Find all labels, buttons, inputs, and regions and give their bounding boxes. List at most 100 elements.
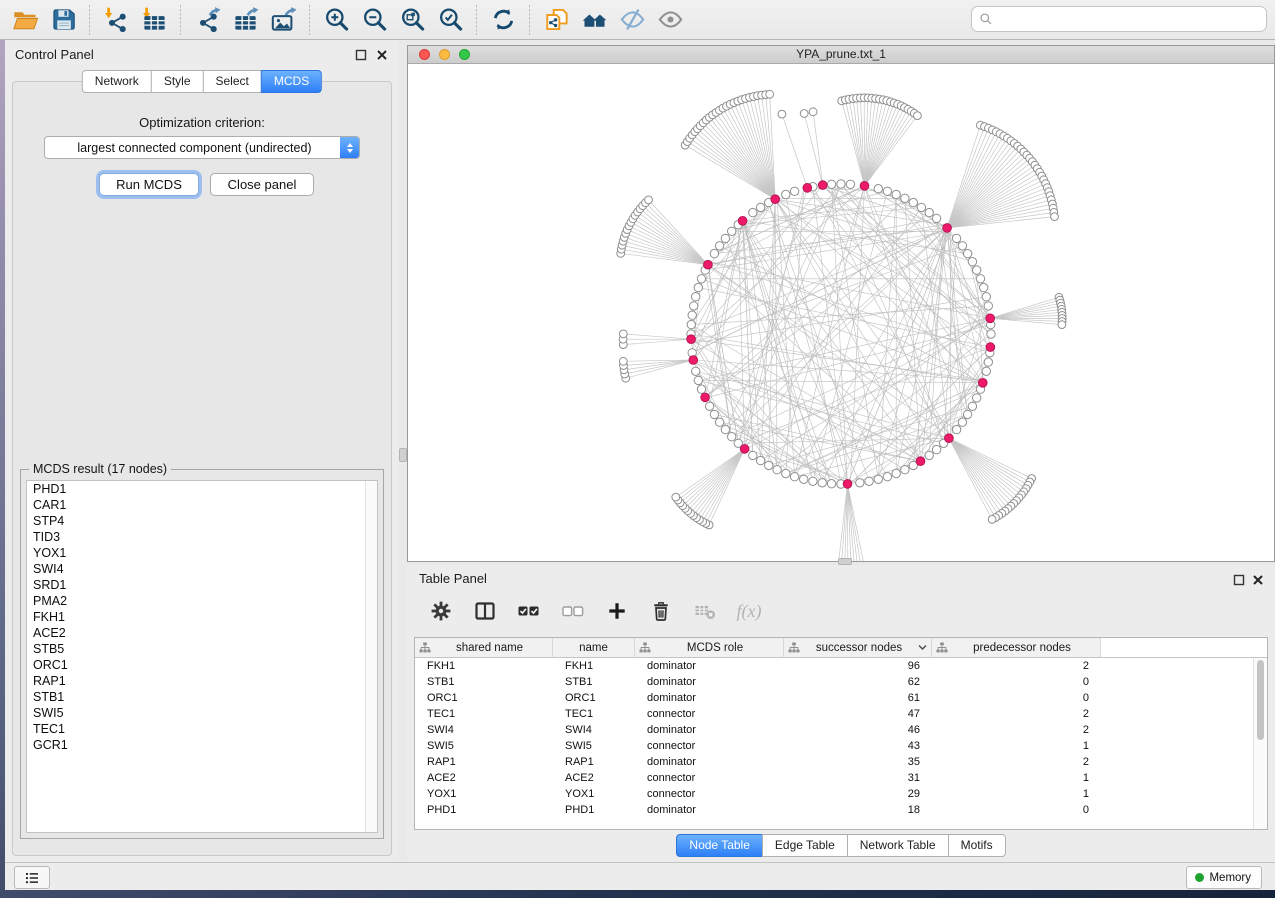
- mcds-result-item[interactable]: ACE2: [27, 625, 377, 641]
- mcds-result-item[interactable]: TID3: [27, 529, 377, 545]
- tab-mcds[interactable]: MCDS: [261, 70, 322, 93]
- table-row[interactable]: FKH1FKH1dominator962: [415, 658, 1254, 674]
- zoom-fit-icon[interactable]: [393, 3, 431, 37]
- refresh-layout-icon[interactable]: [484, 3, 522, 37]
- table-row[interactable]: SWI5SWI5connector431: [415, 738, 1254, 754]
- open-file-icon[interactable]: [6, 3, 44, 37]
- sort-desc-icon: [918, 644, 927, 651]
- criterion-select[interactable]: largest connected component (undirected): [44, 136, 360, 159]
- mcds-result-item[interactable]: SRD1: [27, 577, 377, 593]
- workspace: Control Panel NetworkStyleSelectMCDS Opt…: [5, 40, 1275, 862]
- import-network-icon[interactable]: [97, 3, 135, 37]
- network-canvas[interactable]: [408, 64, 1274, 561]
- mcds-result-list[interactable]: PHD1CAR1STP4TID3YOX1SWI4SRD1PMA2FKH1ACE2…: [26, 480, 378, 833]
- add-icon[interactable]: [603, 597, 631, 625]
- column-header-name[interactable]: name: [553, 638, 635, 658]
- float-table-panel-icon[interactable]: [1233, 573, 1245, 585]
- cell-shared_name: ACE2: [415, 770, 553, 786]
- table-tab-motifs[interactable]: Motifs: [948, 834, 1006, 857]
- cell-shared_name: SWI5: [415, 738, 553, 754]
- table-scrollbar[interactable]: [1253, 658, 1267, 829]
- header-filler: [1101, 638, 1267, 658]
- run-mcds-button[interactable]: Run MCDS: [99, 173, 199, 196]
- mcds-result-item[interactable]: YOX1: [27, 545, 377, 561]
- export-table-icon[interactable]: [226, 3, 264, 37]
- mcds-result-item[interactable]: TEC1: [27, 721, 377, 737]
- mcds-result-item[interactable]: SWI4: [27, 561, 377, 577]
- list-scrollbar[interactable]: [365, 481, 377, 832]
- export-image-icon[interactable]: [264, 3, 302, 37]
- cell-mcds_role: dominator: [635, 658, 784, 674]
- table-splitter-grip[interactable]: [838, 558, 852, 565]
- mcds-result-item[interactable]: STP4: [27, 513, 377, 529]
- mcds-panel: Optimization criterion: largest connecte…: [12, 81, 392, 856]
- splitter-grip[interactable]: [399, 448, 407, 462]
- export-network-icon[interactable]: [188, 3, 226, 37]
- table-row[interactable]: STB1STB1dominator620: [415, 674, 1254, 690]
- mcds-result-item[interactable]: STB5: [27, 641, 377, 657]
- table-row[interactable]: SWI4SWI4dominator462: [415, 722, 1254, 738]
- panel-splitter[interactable]: [399, 40, 407, 862]
- function-builder-icon[interactable]: f(x): [735, 597, 763, 625]
- table-row[interactable]: RAP1RAP1dominator352: [415, 754, 1254, 770]
- table-row[interactable]: TEC1TEC1connector472: [415, 706, 1254, 722]
- deselect-all-icon[interactable]: [559, 597, 587, 625]
- task-history-button[interactable]: [14, 866, 50, 889]
- float-panel-icon[interactable]: [355, 48, 367, 60]
- import-table-icon[interactable]: [135, 3, 173, 37]
- table-row[interactable]: PHD1PHD1dominator180: [415, 802, 1254, 818]
- table-tab-node-table[interactable]: Node Table: [676, 834, 763, 857]
- cell-successor_nodes: 96: [784, 658, 932, 674]
- gear-icon[interactable]: [427, 597, 455, 625]
- zoom-selected-icon[interactable]: [431, 3, 469, 37]
- duplicate-network-icon[interactable]: [537, 3, 575, 37]
- mcds-result-item[interactable]: SWI5: [27, 705, 377, 721]
- scrollbar-thumb[interactable]: [1257, 660, 1264, 740]
- show-all-icon[interactable]: [651, 3, 689, 37]
- mcds-result-item[interactable]: GCR1: [27, 737, 377, 753]
- close-table-panel-icon[interactable]: [1252, 573, 1264, 585]
- first-neighbors-icon[interactable]: [575, 3, 613, 37]
- column-header-predecessor-nodes[interactable]: predecessor nodes: [932, 638, 1101, 658]
- close-panel-button[interactable]: Close panel: [210, 173, 314, 196]
- mcds-result-item[interactable]: PHD1: [27, 481, 377, 497]
- table-tab-edge-table[interactable]: Edge Table: [762, 834, 848, 857]
- table-row[interactable]: YOX1YOX1connector291: [415, 786, 1254, 802]
- zoom-out-icon[interactable]: [355, 3, 393, 37]
- zoom-in-icon[interactable]: [317, 3, 355, 37]
- column-header-shared-name[interactable]: shared name: [415, 638, 553, 658]
- cell-mcds_role: dominator: [635, 674, 784, 690]
- cell-mcds_role: connector: [635, 786, 784, 802]
- mcds-result-item[interactable]: PMA2: [27, 593, 377, 609]
- mcds-result-item[interactable]: RAP1: [27, 673, 377, 689]
- search-input[interactable]: [998, 11, 1266, 27]
- column-header-successor-nodes[interactable]: successor nodes: [784, 638, 932, 658]
- split-view-icon[interactable]: [471, 597, 499, 625]
- select-all-icon[interactable]: [515, 597, 543, 625]
- memory-button[interactable]: Memory: [1186, 866, 1262, 889]
- cell-predecessor_nodes: 2: [932, 722, 1101, 738]
- mcds-result-item[interactable]: STB1: [27, 689, 377, 705]
- toolbar-separator: [309, 5, 310, 35]
- control-panel-tabs: NetworkStyleSelectMCDS: [82, 70, 322, 93]
- toolbar-separator: [180, 5, 181, 35]
- mcds-result-item[interactable]: CAR1: [27, 497, 377, 513]
- table-row[interactable]: ORC1ORC1dominator610: [415, 690, 1254, 706]
- hide-selected-icon[interactable]: [613, 3, 651, 37]
- cell-mcds_role: dominator: [635, 690, 784, 706]
- table-tab-network-table[interactable]: Network Table: [847, 834, 949, 857]
- delete-table-icon[interactable]: [691, 597, 719, 625]
- table-panel: Table Panel f(x) shared namenameMCDS rol…: [407, 565, 1275, 862]
- tab-network[interactable]: Network: [82, 70, 152, 93]
- close-panel-icon[interactable]: [376, 48, 388, 60]
- cell-predecessor_nodes: 1: [932, 770, 1101, 786]
- mcds-result-item[interactable]: ORC1: [27, 657, 377, 673]
- tab-select[interactable]: Select: [203, 70, 262, 93]
- delete-icon[interactable]: [647, 597, 675, 625]
- toolbar-icon-group: [6, 0, 689, 39]
- tab-style[interactable]: Style: [151, 70, 204, 93]
- column-header-MCDS-role[interactable]: MCDS role: [635, 638, 784, 658]
- mcds-result-item[interactable]: FKH1: [27, 609, 377, 625]
- table-row[interactable]: ACE2ACE2connector311: [415, 770, 1254, 786]
- save-session-icon[interactable]: [44, 3, 82, 37]
